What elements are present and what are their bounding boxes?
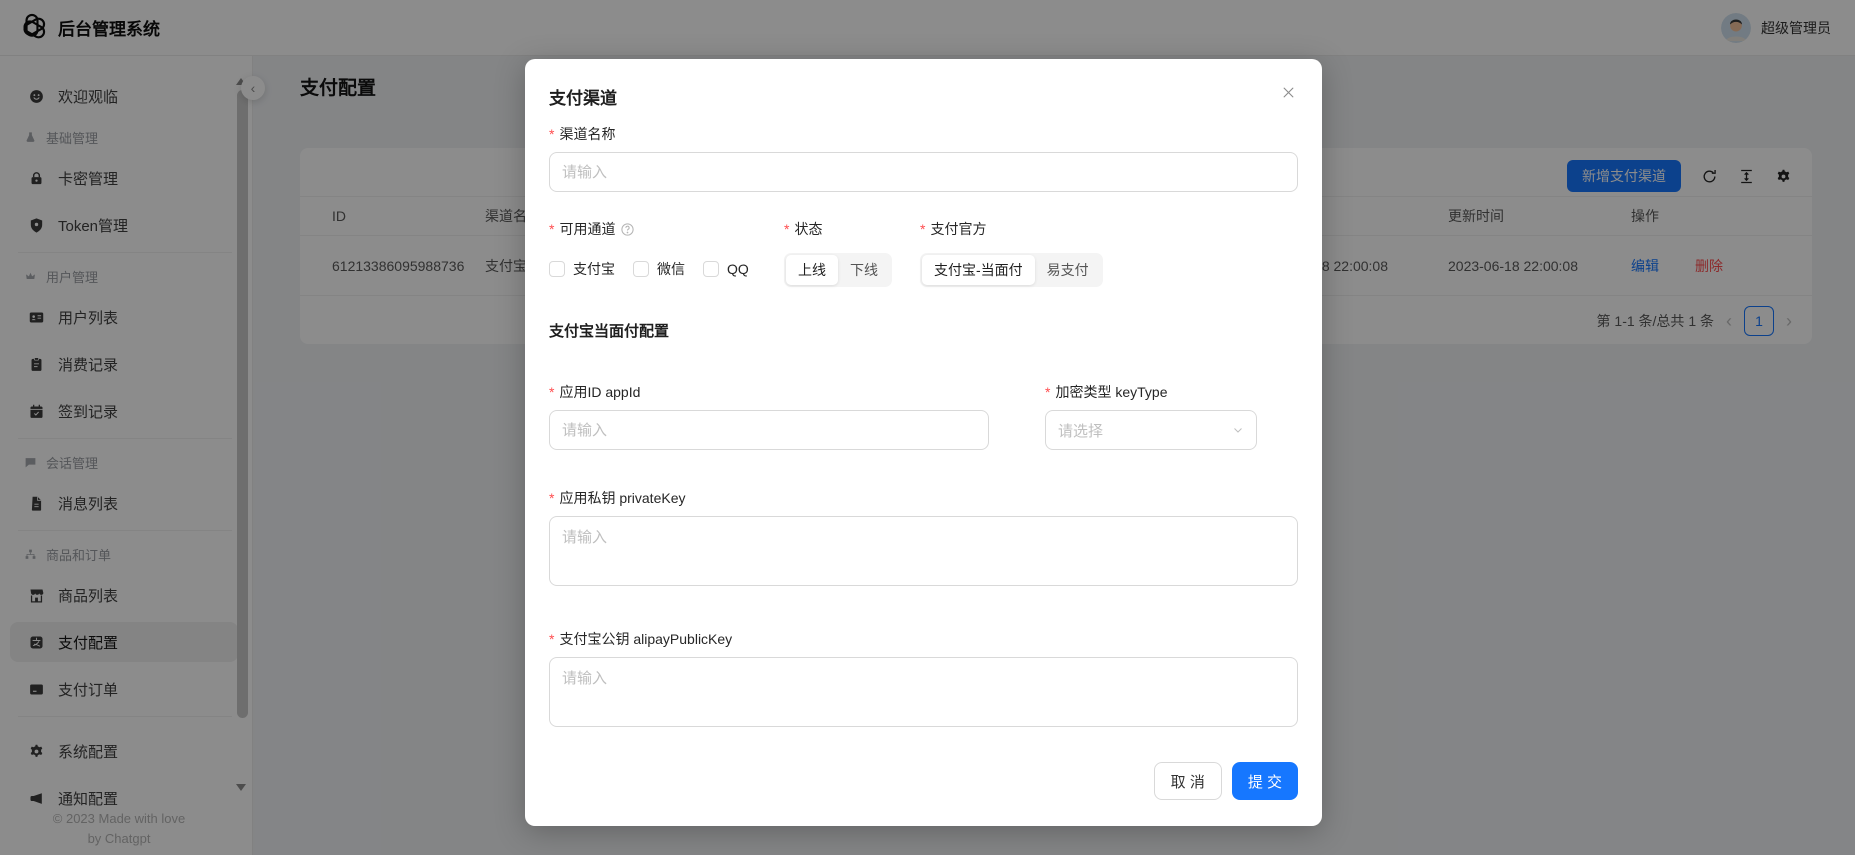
checkbox-alipay[interactable]: 支付宝 xyxy=(549,259,615,279)
alipay-config-section-title: 支付宝当面付配置 xyxy=(549,320,1298,341)
key-type-label: 加密类型 keyType xyxy=(1045,382,1257,402)
submit-button[interactable]: 提 交 xyxy=(1232,762,1298,800)
checkbox-box[interactable] xyxy=(549,261,565,277)
cancel-button[interactable]: 取 消 xyxy=(1154,762,1222,800)
modal-footer: 取 消 提 交 xyxy=(549,762,1298,800)
alipay-public-key-label: 支付宝公钥 alipayPublicKey xyxy=(549,629,1298,649)
channel-name-input[interactable] xyxy=(549,152,1298,192)
app-id-input[interactable] xyxy=(549,410,989,450)
private-key-label: 应用私钥 privateKey xyxy=(549,488,1298,508)
app-id-label: 应用ID appId xyxy=(549,382,989,402)
checkbox-wechat[interactable]: 微信 xyxy=(633,259,685,279)
chevron-down-icon xyxy=(1232,424,1244,436)
provider-option-epay[interactable]: 易支付 xyxy=(1035,255,1101,285)
checkbox-box[interactable] xyxy=(703,261,719,277)
alipay-public-key-textarea[interactable] xyxy=(549,657,1298,727)
status-option-offline[interactable]: 下线 xyxy=(838,255,890,285)
provider-segmented: 支付宝-当面付 易支付 xyxy=(920,253,1103,287)
status-option-online[interactable]: 上线 xyxy=(786,255,838,285)
checkbox-box[interactable] xyxy=(633,261,649,277)
status-label: 状态 xyxy=(784,219,920,239)
status-segmented: 上线 下线 xyxy=(784,253,892,287)
key-type-select[interactable]: 请选择 xyxy=(1045,410,1257,450)
channel-name-label: 渠道名称 xyxy=(549,124,1298,144)
payment-channel-modal: 支付渠道 渠道名称 可用通道 支付宝 xyxy=(525,59,1322,826)
channels-label: 可用通道 xyxy=(549,219,784,239)
provider-label: 支付官方 xyxy=(920,219,1298,239)
app-root: 后台管理系统 超级管理员 欢迎观临 基础管理 xyxy=(0,0,1855,855)
provider-option-alipay-f2f[interactable]: 支付宝-当面付 xyxy=(922,255,1035,285)
checkbox-qq[interactable]: QQ xyxy=(703,261,749,277)
modal-title: 支付渠道 xyxy=(549,84,1298,109)
select-placeholder: 请选择 xyxy=(1058,420,1103,441)
channel-checkbox-group: 支付宝 微信 QQ xyxy=(549,253,784,285)
question-circle-icon[interactable] xyxy=(620,222,635,237)
private-key-textarea[interactable] xyxy=(549,516,1298,586)
close-icon[interactable] xyxy=(1281,85,1296,100)
